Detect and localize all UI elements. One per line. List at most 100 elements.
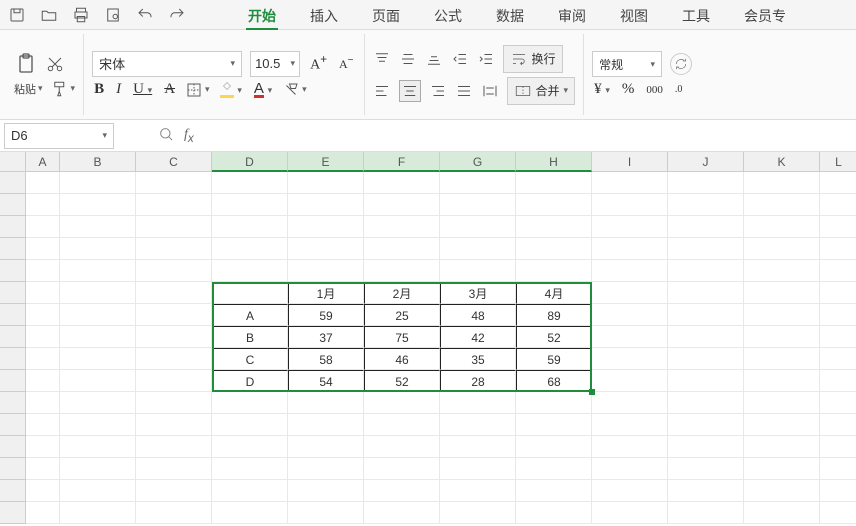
cell-D15[interactable] [212,480,288,502]
row-header-5[interactable] [0,260,26,282]
cell-E5[interactable] [288,260,364,282]
cell-H1[interactable] [516,172,592,194]
col-header-I[interactable]: I [592,152,668,172]
cell-D9[interactable]: C [212,348,288,370]
font-color-button[interactable]: A ▾ [252,81,274,98]
cell-B9[interactable] [60,348,136,370]
cell-J10[interactable] [668,370,744,392]
cell-E14[interactable] [288,458,364,480]
cell-F5[interactable] [364,260,440,282]
cell-F13[interactable] [364,436,440,458]
cell-A10[interactable] [26,370,60,392]
cell-A12[interactable] [26,414,60,436]
cell-B2[interactable] [60,194,136,216]
cell-K11[interactable] [744,392,820,414]
cell-F16[interactable] [364,502,440,524]
cell-L11[interactable] [820,392,856,414]
cell-H12[interactable] [516,414,592,436]
cell-E12[interactable] [288,414,364,436]
cell-D12[interactable] [212,414,288,436]
cell-I4[interactable] [592,238,668,260]
cell-I9[interactable] [592,348,668,370]
decrease-indent-button[interactable] [451,50,469,68]
merge-cells-button[interactable]: 合并▾ [507,77,576,105]
cell-D13[interactable] [212,436,288,458]
cell-C2[interactable] [136,194,212,216]
cell-F7[interactable]: 25 [364,304,440,326]
col-header-H[interactable]: H [516,152,592,172]
open-icon[interactable] [40,6,58,27]
row-header-10[interactable] [0,370,26,392]
cell-B14[interactable] [60,458,136,480]
cell-A13[interactable] [26,436,60,458]
name-box[interactable]: D6▾ [4,123,114,149]
cell-B15[interactable] [60,480,136,502]
cell-I12[interactable] [592,414,668,436]
align-top-button[interactable] [373,50,391,68]
cell-E16[interactable] [288,502,364,524]
cell-L15[interactable] [820,480,856,502]
cell-A6[interactable] [26,282,60,304]
cell-G12[interactable] [440,414,516,436]
row-header-16[interactable] [0,502,26,524]
cell-B10[interactable] [60,370,136,392]
cell-E2[interactable] [288,194,364,216]
cell-K12[interactable] [744,414,820,436]
cell-C14[interactable] [136,458,212,480]
cell-J13[interactable] [668,436,744,458]
cell-I14[interactable] [592,458,668,480]
italic-button[interactable]: I [114,81,123,98]
cell-B3[interactable] [60,216,136,238]
col-header-G[interactable]: G [440,152,516,172]
row-header-14[interactable] [0,458,26,480]
cell-I10[interactable] [592,370,668,392]
cell-K6[interactable] [744,282,820,304]
cell-J5[interactable] [668,260,744,282]
cell-C8[interactable] [136,326,212,348]
cell-E1[interactable] [288,172,364,194]
cell-G6[interactable]: 3月 [440,282,516,304]
cell-A7[interactable] [26,304,60,326]
cell-G4[interactable] [440,238,516,260]
cell-I13[interactable] [592,436,668,458]
row-header-13[interactable] [0,436,26,458]
cell-K15[interactable] [744,480,820,502]
cell-F3[interactable] [364,216,440,238]
cell-J3[interactable] [668,216,744,238]
cell-G13[interactable] [440,436,516,458]
cell-K14[interactable] [744,458,820,480]
cell-D11[interactable] [212,392,288,414]
fill-handle[interactable] [589,389,595,395]
wrap-text-button[interactable]: 换行 [503,45,563,73]
cell-L8[interactable] [820,326,856,348]
row-header-7[interactable] [0,304,26,326]
font-family-select[interactable]: 宋体▾ [92,51,242,77]
cell-D1[interactable] [212,172,288,194]
cell-D2[interactable] [212,194,288,216]
menu-tab-3[interactable]: 公式 [432,4,464,30]
cell-A4[interactable] [26,238,60,260]
cell-C7[interactable] [136,304,212,326]
cell-C1[interactable] [136,172,212,194]
select-all-corner[interactable] [0,152,26,172]
menu-tab-0[interactable]: 开始 [246,4,278,30]
cell-J1[interactable] [668,172,744,194]
menu-tab-4[interactable]: 数据 [494,4,526,30]
cell-K10[interactable] [744,370,820,392]
cell-A11[interactable] [26,392,60,414]
cell-C15[interactable] [136,480,212,502]
cell-H8[interactable]: 52 [516,326,592,348]
col-header-D[interactable]: D [212,152,288,172]
cell-L4[interactable] [820,238,856,260]
fx-icon[interactable]: fx [184,127,194,145]
cell-L3[interactable] [820,216,856,238]
cell-J14[interactable] [668,458,744,480]
cell-A15[interactable] [26,480,60,502]
cell-F9[interactable]: 46 [364,348,440,370]
cell-C13[interactable] [136,436,212,458]
cell-F15[interactable] [364,480,440,502]
cell-F4[interactable] [364,238,440,260]
cell-D3[interactable] [212,216,288,238]
cell-H9[interactable]: 59 [516,348,592,370]
cell-H2[interactable] [516,194,592,216]
